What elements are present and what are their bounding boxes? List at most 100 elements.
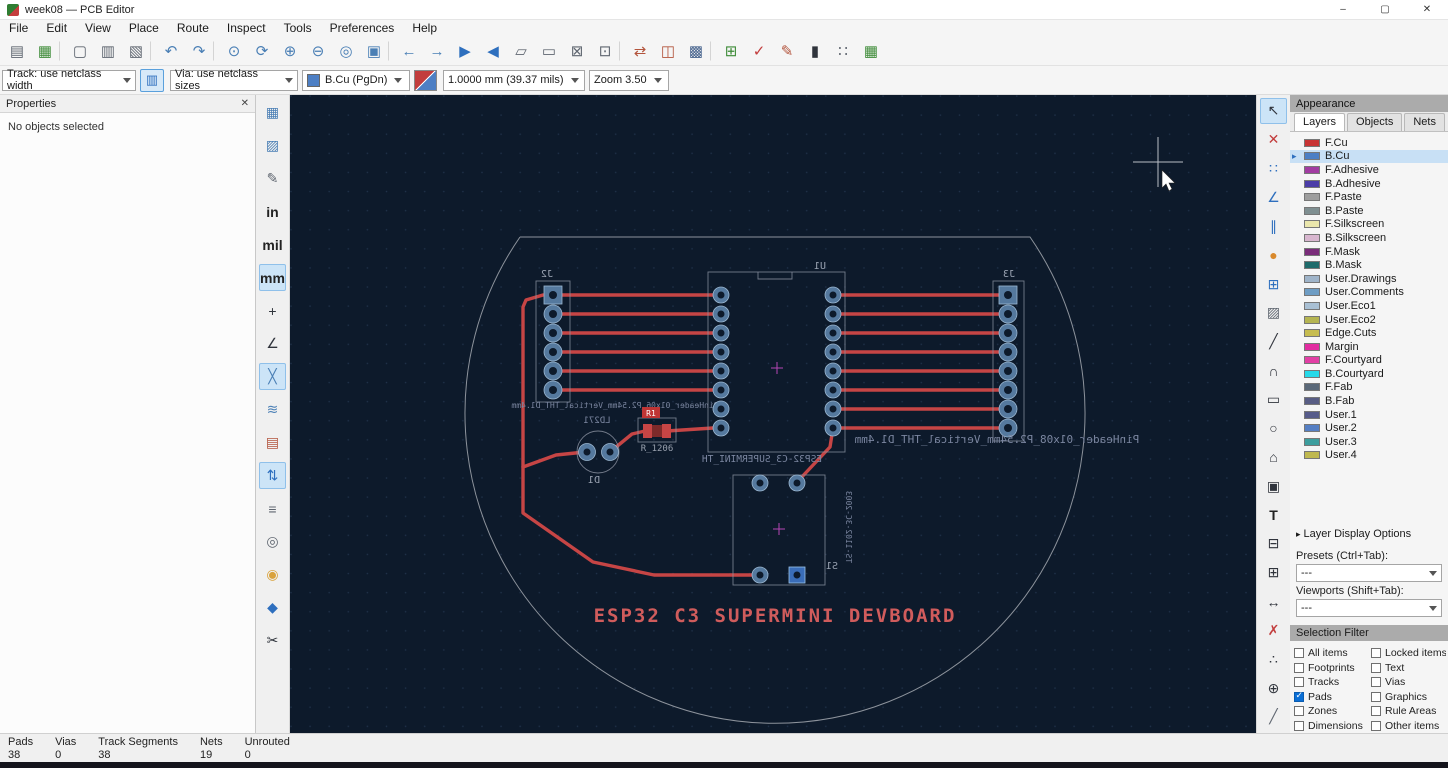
checkbox-icon[interactable] (1371, 677, 1381, 688)
layer-color-swatch[interactable] (1304, 342, 1320, 351)
zoom-selection-icon[interactable]: ▣ (361, 38, 387, 64)
filter-checkbox-item[interactable]: Vias (1371, 675, 1446, 690)
board-title-text[interactable]: ESP32 C3 SUPERMINI DEVBOARD (594, 605, 957, 627)
filter-checkbox-item[interactable]: Tracks (1294, 675, 1369, 690)
ungroup-icon[interactable]: ▭ (536, 38, 562, 64)
zoom-combo[interactable]: Zoom 3.50 (589, 69, 669, 91)
filter-checkbox-item[interactable]: Graphics (1371, 690, 1446, 705)
grid-origin-icon[interactable]: ∴ (1260, 646, 1287, 672)
layer-row[interactable]: F.Paste (1290, 190, 1448, 204)
layer-row[interactable]: User.1 (1290, 408, 1448, 422)
add-image-icon[interactable]: ▣ (1260, 473, 1287, 499)
layer-display-options[interactable]: ▸ Layer Display Options (1296, 528, 1411, 540)
appearance-tab[interactable]: Nets (1404, 113, 1445, 131)
filter-checkbox-item[interactable]: Zones (1294, 704, 1369, 719)
layer-row[interactable]: Margin (1290, 340, 1448, 354)
layer-color-swatch[interactable] (1304, 315, 1320, 324)
checkbox-icon[interactable] (1371, 720, 1381, 731)
layer-color-swatch[interactable] (1304, 288, 1320, 297)
layer-color-swatch[interactable] (1304, 138, 1320, 147)
net-color-mode-icon[interactable]: ▤ (259, 429, 286, 456)
layer-row[interactable]: User.2 (1290, 421, 1448, 435)
filter-checkbox-item[interactable]: Rule Areas (1371, 704, 1446, 719)
menu-item[interactable]: Place (120, 20, 168, 37)
draw-circle-icon[interactable]: ○ (1260, 415, 1287, 441)
zoom-in-icon[interactable]: ⊕ (277, 38, 303, 64)
flip-view-icon[interactable]: ▶ (452, 38, 478, 64)
units-inches-button[interactable]: in (259, 198, 286, 225)
layer-row[interactable]: F.Fab (1290, 381, 1448, 395)
add-via-icon[interactable]: ● (1260, 242, 1287, 268)
highlight-net-icon[interactable]: ∷ (1260, 156, 1287, 182)
via-outline-mode-icon[interactable]: ◎ (259, 528, 286, 555)
layer-color-swatch[interactable] (1304, 383, 1320, 392)
layers-viewer-icon[interactable]: ▩ (683, 38, 709, 64)
active-layer-combo[interactable]: B.Cu (PgDn) (302, 69, 410, 91)
grid-visibility-icon[interactable]: ▦ (259, 99, 286, 126)
plot-icon[interactable]: ▧ (123, 38, 149, 64)
zoom-out-icon[interactable]: ⊖ (305, 38, 331, 64)
checkbox-icon[interactable] (1294, 690, 1304, 702)
menu-item[interactable]: Help (403, 20, 446, 37)
curved-ratsnest-icon[interactable]: ≋ (259, 396, 286, 423)
layer-color-swatch[interactable] (1304, 247, 1320, 256)
unlock-icon[interactable]: ⊡ (592, 38, 618, 64)
menu-item[interactable]: Inspect (218, 20, 275, 37)
flip-board-view-icon[interactable]: ⇅ (259, 462, 286, 489)
checkbox-icon[interactable] (1294, 677, 1304, 688)
units-mils-button[interactable]: mil (259, 231, 286, 258)
pcb-drawing[interactable]: J2 PinHeader_01x06_P2.54mm_Vertical_THT_… (290, 95, 1256, 733)
delete-tool-icon[interactable]: ✗ (1260, 617, 1287, 643)
edit-grid-icon[interactable]: ✎ (259, 165, 286, 192)
layer-row[interactable]: F.Cu (1290, 136, 1448, 150)
via-size-combo[interactable]: Via: use netclass sizes (170, 68, 298, 92)
next-marker-icon[interactable]: → (424, 38, 450, 64)
drill-origin-icon[interactable]: ⊕ (1260, 675, 1287, 701)
refresh-icon[interactable]: ⟳ (249, 38, 275, 64)
checkbox-icon[interactable] (1371, 691, 1381, 702)
layer-color-swatch[interactable] (1304, 206, 1320, 215)
layer-color-swatch[interactable] (1304, 329, 1320, 338)
ratsnest-visibility-icon[interactable]: ╳ (259, 363, 286, 390)
grid-combo[interactable]: 1.0000 mm (39.37 mils) (443, 69, 585, 91)
layer-row[interactable]: B.Silkscreen (1290, 231, 1448, 245)
save-icon[interactable]: ▤ (4, 38, 30, 64)
layer-color-swatch[interactable] (1304, 397, 1320, 406)
menu-item[interactable]: View (76, 20, 120, 37)
layer-row[interactable]: User.Comments (1290, 286, 1448, 300)
route-tracks-icon[interactable]: ∠ (1260, 185, 1287, 211)
track-width-combo[interactable]: Track: use netclass width (2, 68, 136, 92)
draw-rectangle-icon[interactable]: ▭ (1260, 387, 1287, 413)
footprint-editor-icon[interactable]: ✎ (774, 38, 800, 64)
add-table-icon[interactable]: ⊞ (1260, 560, 1287, 586)
units-mm-button[interactable]: mm (259, 264, 286, 291)
layer-color-swatch[interactable] (1304, 424, 1320, 433)
footprint-compare-icon[interactable]: ◫ (655, 38, 681, 64)
minimize-button[interactable]: – (1322, 0, 1364, 20)
checkbox-icon[interactable] (1371, 662, 1381, 673)
draw-arc-icon[interactable]: ∩ (1260, 358, 1287, 384)
layer-color-swatch[interactable] (1304, 233, 1320, 242)
track-outline-mode-icon[interactable]: ≡ (259, 495, 286, 522)
mirror-view-icon[interactable]: ◀ (480, 38, 506, 64)
add-text-icon[interactable]: T (1260, 502, 1287, 528)
menu-item[interactable]: Route (168, 20, 218, 37)
polar-coords-icon[interactable]: ∠ (259, 330, 286, 357)
drc-icon[interactable]: ✓ (746, 38, 772, 64)
appearance-tab[interactable]: Layers (1294, 113, 1346, 131)
close-panel-icon[interactable]: ✕ (241, 98, 249, 109)
close-button[interactable]: ✕ (1406, 0, 1448, 20)
board-setup-icon[interactable]: ▦ (32, 38, 58, 64)
layer-row[interactable]: User.Eco2 (1290, 313, 1448, 327)
auto-track-width-toggle[interactable]: ▥ (140, 68, 164, 92)
filter-checkbox-item[interactable]: Locked items (1371, 646, 1446, 661)
layer-color-swatch[interactable] (1304, 356, 1320, 365)
layer-color-swatch[interactable] (1304, 410, 1320, 419)
scripting-console-icon[interactable]: ▮ (802, 38, 828, 64)
layer-color-swatch[interactable] (1304, 369, 1320, 378)
grid-settings-icon[interactable]: ▦ (858, 38, 884, 64)
layer-color-swatch[interactable] (1304, 165, 1320, 174)
layer-row[interactable]: B.Fab (1290, 394, 1448, 408)
zone-fill-mode-icon[interactable]: ◆ (259, 594, 286, 621)
undo-icon[interactable]: ↶ (158, 38, 184, 64)
